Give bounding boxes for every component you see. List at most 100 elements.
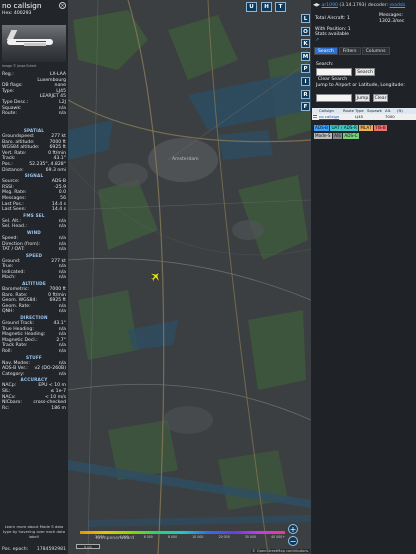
decoder-link[interactable]: readsb <box>390 3 406 8</box>
messages-value: 1302.3/sec <box>379 19 405 24</box>
table-cell: no callsign <box>319 114 340 119</box>
map-button-i[interactable]: I <box>301 77 310 86</box>
tab-filters[interactable]: Filters <box>338 47 361 55</box>
clear-button[interactable]: Clear <box>373 94 388 102</box>
table-row[interactable]: no callsign LJ45 7000 <box>312 114 416 120</box>
pos-epoch-value: 1784592981 <box>36 547 66 552</box>
info-key: Mach: <box>2 275 16 281</box>
map-view[interactable]: Amsterdam Krimpenerwaard ⊙ U H T LOKMPIR… <box>68 0 311 554</box>
info-key: Rc: <box>2 405 10 411</box>
colorbar-label: 4 000 <box>119 534 129 539</box>
map-button-p[interactable]: P <box>301 64 310 74</box>
version-label: (3.14.1793) <box>339 3 367 8</box>
zoom-in-button[interactable]: + <box>288 524 298 534</box>
header-line: ◀▶ ar1090 (3.14.1793) decoder: readsb <box>313 3 405 8</box>
collapse-arrows-icon[interactable]: ◀▶ <box>313 3 320 8</box>
zoom-out-button[interactable]: − <box>288 536 298 546</box>
map-button-m[interactable]: M <box>301 51 310 61</box>
legend-ais[interactable]: AIS <box>333 133 342 139</box>
messages-label: Messages: <box>379 13 404 18</box>
info-value: n/a <box>58 349 66 354</box>
source-legend-row-2: Mode-S AIS ADS-C <box>314 133 359 139</box>
column-header-ft[interactable]: (ft) <box>396 108 406 114</box>
scale-line: 5 nm <box>76 544 100 549</box>
colorbar-label: 20 000 <box>218 534 230 539</box>
close-icon[interactable]: × <box>59 2 66 9</box>
map-attribution[interactable]: © OpenStreetMap contributors. <box>251 549 310 553</box>
aircraft-table: Callsign Route Type Squawk Alt. (ft) no calls… <box>312 108 416 120</box>
legend-ads-c[interactable]: ADS-C <box>343 133 359 139</box>
legend-tis-b[interactable]: TIS-B <box>374 125 387 131</box>
map-button-u[interactable]: U <box>246 2 257 12</box>
aircraft-list-panel: ◀▶ ar1090 (3.14.1793) decoder: readsb To… <box>311 0 416 554</box>
info-row-route: Route: n/a <box>0 111 68 117</box>
table-cell: LJ45 <box>355 114 364 119</box>
colorbar-label: 8 000 <box>167 534 178 539</box>
info-row-rc: Rc: 186 m <box>0 406 68 412</box>
info-key: Distance: <box>2 167 24 173</box>
map-button-t[interactable]: T <box>275 2 286 12</box>
tab-columns[interactable]: Columns <box>361 47 390 55</box>
stats-available: Stats available <box>315 32 349 37</box>
info-value: n/a <box>58 247 66 253</box>
info-key: Route: <box>2 111 17 117</box>
jump-button[interactable]: Jump <box>355 94 370 102</box>
info-value: n/a <box>58 371 66 377</box>
info-key: Reg.: <box>2 72 14 77</box>
map-button-k[interactable]: K <box>301 39 310 49</box>
decoder-label: decoder: <box>367 3 389 8</box>
app-link[interactable]: ar1090 <box>322 3 338 8</box>
legend-uat-ads-r[interactable]: UAT / ADS-R <box>330 125 358 131</box>
legend-mlat[interactable]: MLAT <box>359 125 373 131</box>
pos-epoch: Pos. epoch: 1784592981 <box>0 547 68 552</box>
map-button-l[interactable]: L <box>301 14 310 23</box>
map-graphics <box>68 0 311 554</box>
colorbar-label: 30 000 <box>244 534 257 539</box>
legend-mode-s[interactable]: Mode-S <box>314 133 332 139</box>
learn-more-text: Learn more about Mode S data type by hov… <box>2 524 66 539</box>
aircraft-photo[interactable] <box>2 25 66 62</box>
info-key: TAT / OAT: <box>2 247 25 253</box>
photo-credit: Image © Jesse Eckert <box>2 64 37 68</box>
jump-label: Jump to Airport or Latitude, Longitude: <box>316 83 405 88</box>
callsign-title: no callsign <box>2 1 42 10</box>
info-key: QNH: <box>2 309 15 315</box>
info-value: 14.4 s <box>51 207 66 213</box>
info-key: Roll: <box>2 349 12 354</box>
info-value: n/a <box>58 224 66 230</box>
table-cell: 7000 <box>385 114 395 119</box>
info-value: n/a <box>58 309 66 315</box>
info-key: Last Seen: <box>2 207 27 213</box>
colorbar-label: 10 000 <box>192 534 204 539</box>
jump-input[interactable] <box>316 94 352 102</box>
detail-sections: SPATIAL Groundspeed: 277 kt Baro. altitude:… <box>0 128 68 411</box>
info-key: Type: <box>2 88 15 94</box>
table-cell <box>366 114 384 120</box>
map-button-h[interactable]: H <box>261 2 272 12</box>
tab-search[interactable]: Search <box>314 47 338 55</box>
city-label-amsterdam: Amsterdam <box>172 157 199 162</box>
basic-info: Reg.: LX-LAA Luxembourg DB flags: none Type: L… <box>0 72 68 117</box>
colorbar-label: 2 000 <box>95 534 105 539</box>
info-value: n/a <box>58 275 66 281</box>
map-button-f[interactable]: F <box>301 102 310 112</box>
info-value: n/a <box>58 111 66 117</box>
info-key: Sel. Head.: <box>2 224 27 230</box>
hex-label: Hex: 400293 <box>2 11 32 16</box>
search-input[interactable] <box>316 68 352 76</box>
map-button-r[interactable]: R <box>301 89 310 99</box>
search-button[interactable]: Search <box>355 68 375 76</box>
search-label: Search: <box>316 62 334 67</box>
table-cell <box>342 114 354 120</box>
legend-ads-b[interactable]: ADS-B <box>314 125 329 131</box>
colorbar-label: 6 000 <box>143 534 153 539</box>
pos-epoch-label: Pos. epoch: <box>2 547 29 552</box>
total-aircraft: Total Aircraft: 1 <box>315 16 350 21</box>
aircraft-info-panel: no callsign Hex: 400293 × Image © Jesse … <box>0 0 68 554</box>
info-value: 186 m <box>51 405 66 411</box>
map-button-o[interactable]: O <box>301 26 310 36</box>
altitude-colorbar: 2 000 4 000 6 000 8 000 10 000 20 000 30 000 40… <box>80 531 285 541</box>
info-value: 69.3 nmi <box>45 167 66 173</box>
stats-link-icon[interactable]: ↗ <box>315 38 319 43</box>
colorbar-label: 40 000+ <box>271 534 285 539</box>
